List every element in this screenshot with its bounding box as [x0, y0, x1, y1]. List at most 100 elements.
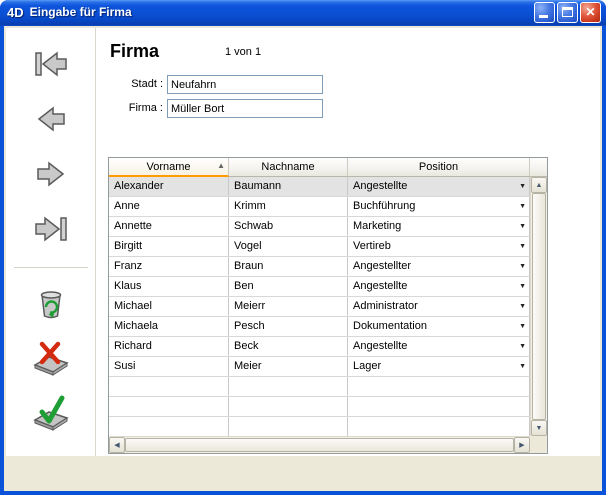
close-button[interactable]: ✕ [580, 2, 601, 23]
dropdown-arrow-icon[interactable]: ▼ [519, 243, 526, 250]
cell-nachname[interactable]: Schwab [229, 217, 348, 236]
next-record-icon [31, 154, 71, 194]
table-row-empty [109, 377, 530, 397]
empty-cell [109, 377, 229, 396]
dropdown-arrow-icon[interactable]: ▼ [519, 343, 526, 350]
cell-position[interactable]: Angestellte ▼ [348, 337, 530, 356]
first-record-icon [31, 44, 71, 84]
table-row[interactable]: Annette Schwab Marketing▼ [109, 217, 530, 237]
cell-nachname[interactable]: Braun [229, 257, 348, 276]
table-row[interactable]: Franz Braun Angestellter▼ [109, 257, 530, 277]
cell-vorname[interactable]: Michaela [109, 317, 229, 336]
horizontal-scroll-thumb[interactable] [125, 438, 514, 452]
cell-position[interactable]: Lager▼ [348, 357, 530, 376]
delete-record-button[interactable] [24, 280, 78, 326]
cell-position[interactable]: Angestellte ▼ [348, 177, 530, 196]
cell-position[interactable]: Angestellte▼ [348, 277, 530, 296]
scroll-right-button[interactable]: ▶ [514, 437, 530, 453]
last-record-button[interactable] [24, 206, 78, 252]
window: 4D Eingabe für Firma ✕ [0, 0, 606, 495]
table-row[interactable]: Klaus Ben Angestellte▼ [109, 277, 530, 297]
cell-nachname[interactable]: Baumann [229, 177, 348, 196]
table-row[interactable]: Anne Krimm Buchführung▼ [109, 197, 530, 217]
cell-nachname[interactable]: Vogel [229, 237, 348, 256]
cell-nachname[interactable]: Meierr [229, 297, 348, 316]
table-row[interactable]: Michael Meierr Administrator▼ [109, 297, 530, 317]
cancel-x-icon [29, 338, 73, 378]
cell-vorname[interactable]: Richard [109, 337, 229, 356]
cell-position[interactable]: Vertireb▼ [348, 237, 530, 256]
vertical-scroll-thumb[interactable] [532, 193, 546, 420]
table-row[interactable]: Alexander Baumann Angestellte ▼ [109, 177, 530, 197]
scroll-left-button[interactable]: ◀ [109, 437, 125, 453]
column-header-position[interactable]: Position [348, 158, 530, 177]
table-row[interactable]: Birgitt Vogel Vertireb▼ [109, 237, 530, 257]
cancel-button[interactable] [24, 335, 78, 381]
horizontal-scrollbar[interactable]: ◀ ▶ [109, 436, 530, 453]
column-header-vorname[interactable]: Vorname ▲ [109, 158, 229, 177]
sort-asc-icon: ▲ [217, 162, 225, 170]
cell-position[interactable]: Dokumentation ▼ [348, 317, 530, 336]
table-body: Alexander Baumann Angestellte ▼ Anne Krim… [109, 177, 530, 436]
dropdown-arrow-icon[interactable]: ▼ [519, 363, 526, 370]
close-icon: ✕ [581, 3, 600, 22]
scroll-down-button[interactable]: ▼ [531, 420, 547, 436]
app-icon-4d[interactable]: 4D [7, 5, 24, 20]
empty-cell [229, 377, 348, 396]
dropdown-arrow-icon[interactable]: ▼ [519, 323, 526, 330]
minimize-button[interactable] [534, 2, 555, 23]
record-toolbar [6, 28, 96, 456]
titlebar[interactable]: 4D Eingabe für Firma ✕ [0, 0, 606, 26]
table-row[interactable]: Michaela Pesch Dokumentation ▼ [109, 317, 530, 337]
table-row[interactable]: Richard Beck Angestellte ▼ [109, 337, 530, 357]
firma-input[interactable] [167, 99, 323, 118]
cell-position[interactable]: Administrator▼ [348, 297, 530, 316]
column-header-nachname[interactable]: Nachname [229, 158, 348, 177]
minimize-icon [539, 15, 548, 18]
cell-position[interactable]: Angestellter▼ [348, 257, 530, 276]
maximize-icon [562, 7, 573, 17]
dropdown-arrow-icon[interactable]: ▼ [519, 283, 526, 290]
empty-cell [348, 417, 530, 436]
window-controls: ✕ [534, 2, 601, 23]
cell-vorname[interactable]: Susi [109, 357, 229, 376]
cell-vorname[interactable]: Birgitt [109, 237, 229, 256]
scrollbar-corner [530, 436, 547, 453]
accept-check-icon [29, 393, 73, 433]
position-value: Angestellte [353, 340, 407, 352]
position-value: Dokumentation [353, 320, 427, 332]
column-header-filler [530, 158, 547, 177]
previous-record-button[interactable] [24, 96, 78, 142]
last-record-icon [31, 209, 71, 249]
dropdown-arrow-icon[interactable]: ▼ [519, 203, 526, 210]
cell-nachname[interactable]: Meier [229, 357, 348, 376]
cell-vorname[interactable]: Franz [109, 257, 229, 276]
dropdown-arrow-icon[interactable]: ▼ [519, 183, 526, 190]
stadt-input[interactable] [167, 75, 323, 94]
next-record-button[interactable] [24, 151, 78, 197]
first-record-button[interactable] [24, 41, 78, 87]
dropdown-arrow-icon[interactable]: ▼ [519, 223, 526, 230]
cell-vorname[interactable]: Klaus [109, 277, 229, 296]
cell-nachname[interactable]: Krimm [229, 197, 348, 216]
cell-vorname[interactable]: Annette [109, 217, 229, 236]
cell-nachname[interactable]: Beck [229, 337, 348, 356]
scroll-up-button[interactable]: ▲ [531, 177, 547, 193]
employee-table: Vorname ▲ Nachname Position Alexander Ba… [108, 157, 548, 454]
cell-nachname[interactable]: Pesch [229, 317, 348, 336]
cell-vorname[interactable]: Alexander [109, 177, 229, 196]
dropdown-arrow-icon[interactable]: ▼ [519, 303, 526, 310]
dropdown-arrow-icon[interactable]: ▼ [519, 263, 526, 270]
cell-position[interactable]: Buchführung▼ [348, 197, 530, 216]
vertical-scrollbar[interactable]: ▲ ▼ [530, 177, 547, 436]
table-row[interactable]: Susi Meier Lager▼ [109, 357, 530, 377]
position-value: Angestellte [353, 180, 407, 192]
cell-position[interactable]: Marketing▼ [348, 217, 530, 236]
validate-button[interactable] [24, 390, 78, 436]
maximize-button[interactable] [557, 2, 578, 23]
page-title: Firma [110, 41, 159, 62]
trash-recycle-icon [31, 283, 71, 323]
cell-nachname[interactable]: Ben [229, 277, 348, 296]
cell-vorname[interactable]: Anne [109, 197, 229, 216]
cell-vorname[interactable]: Michael [109, 297, 229, 316]
